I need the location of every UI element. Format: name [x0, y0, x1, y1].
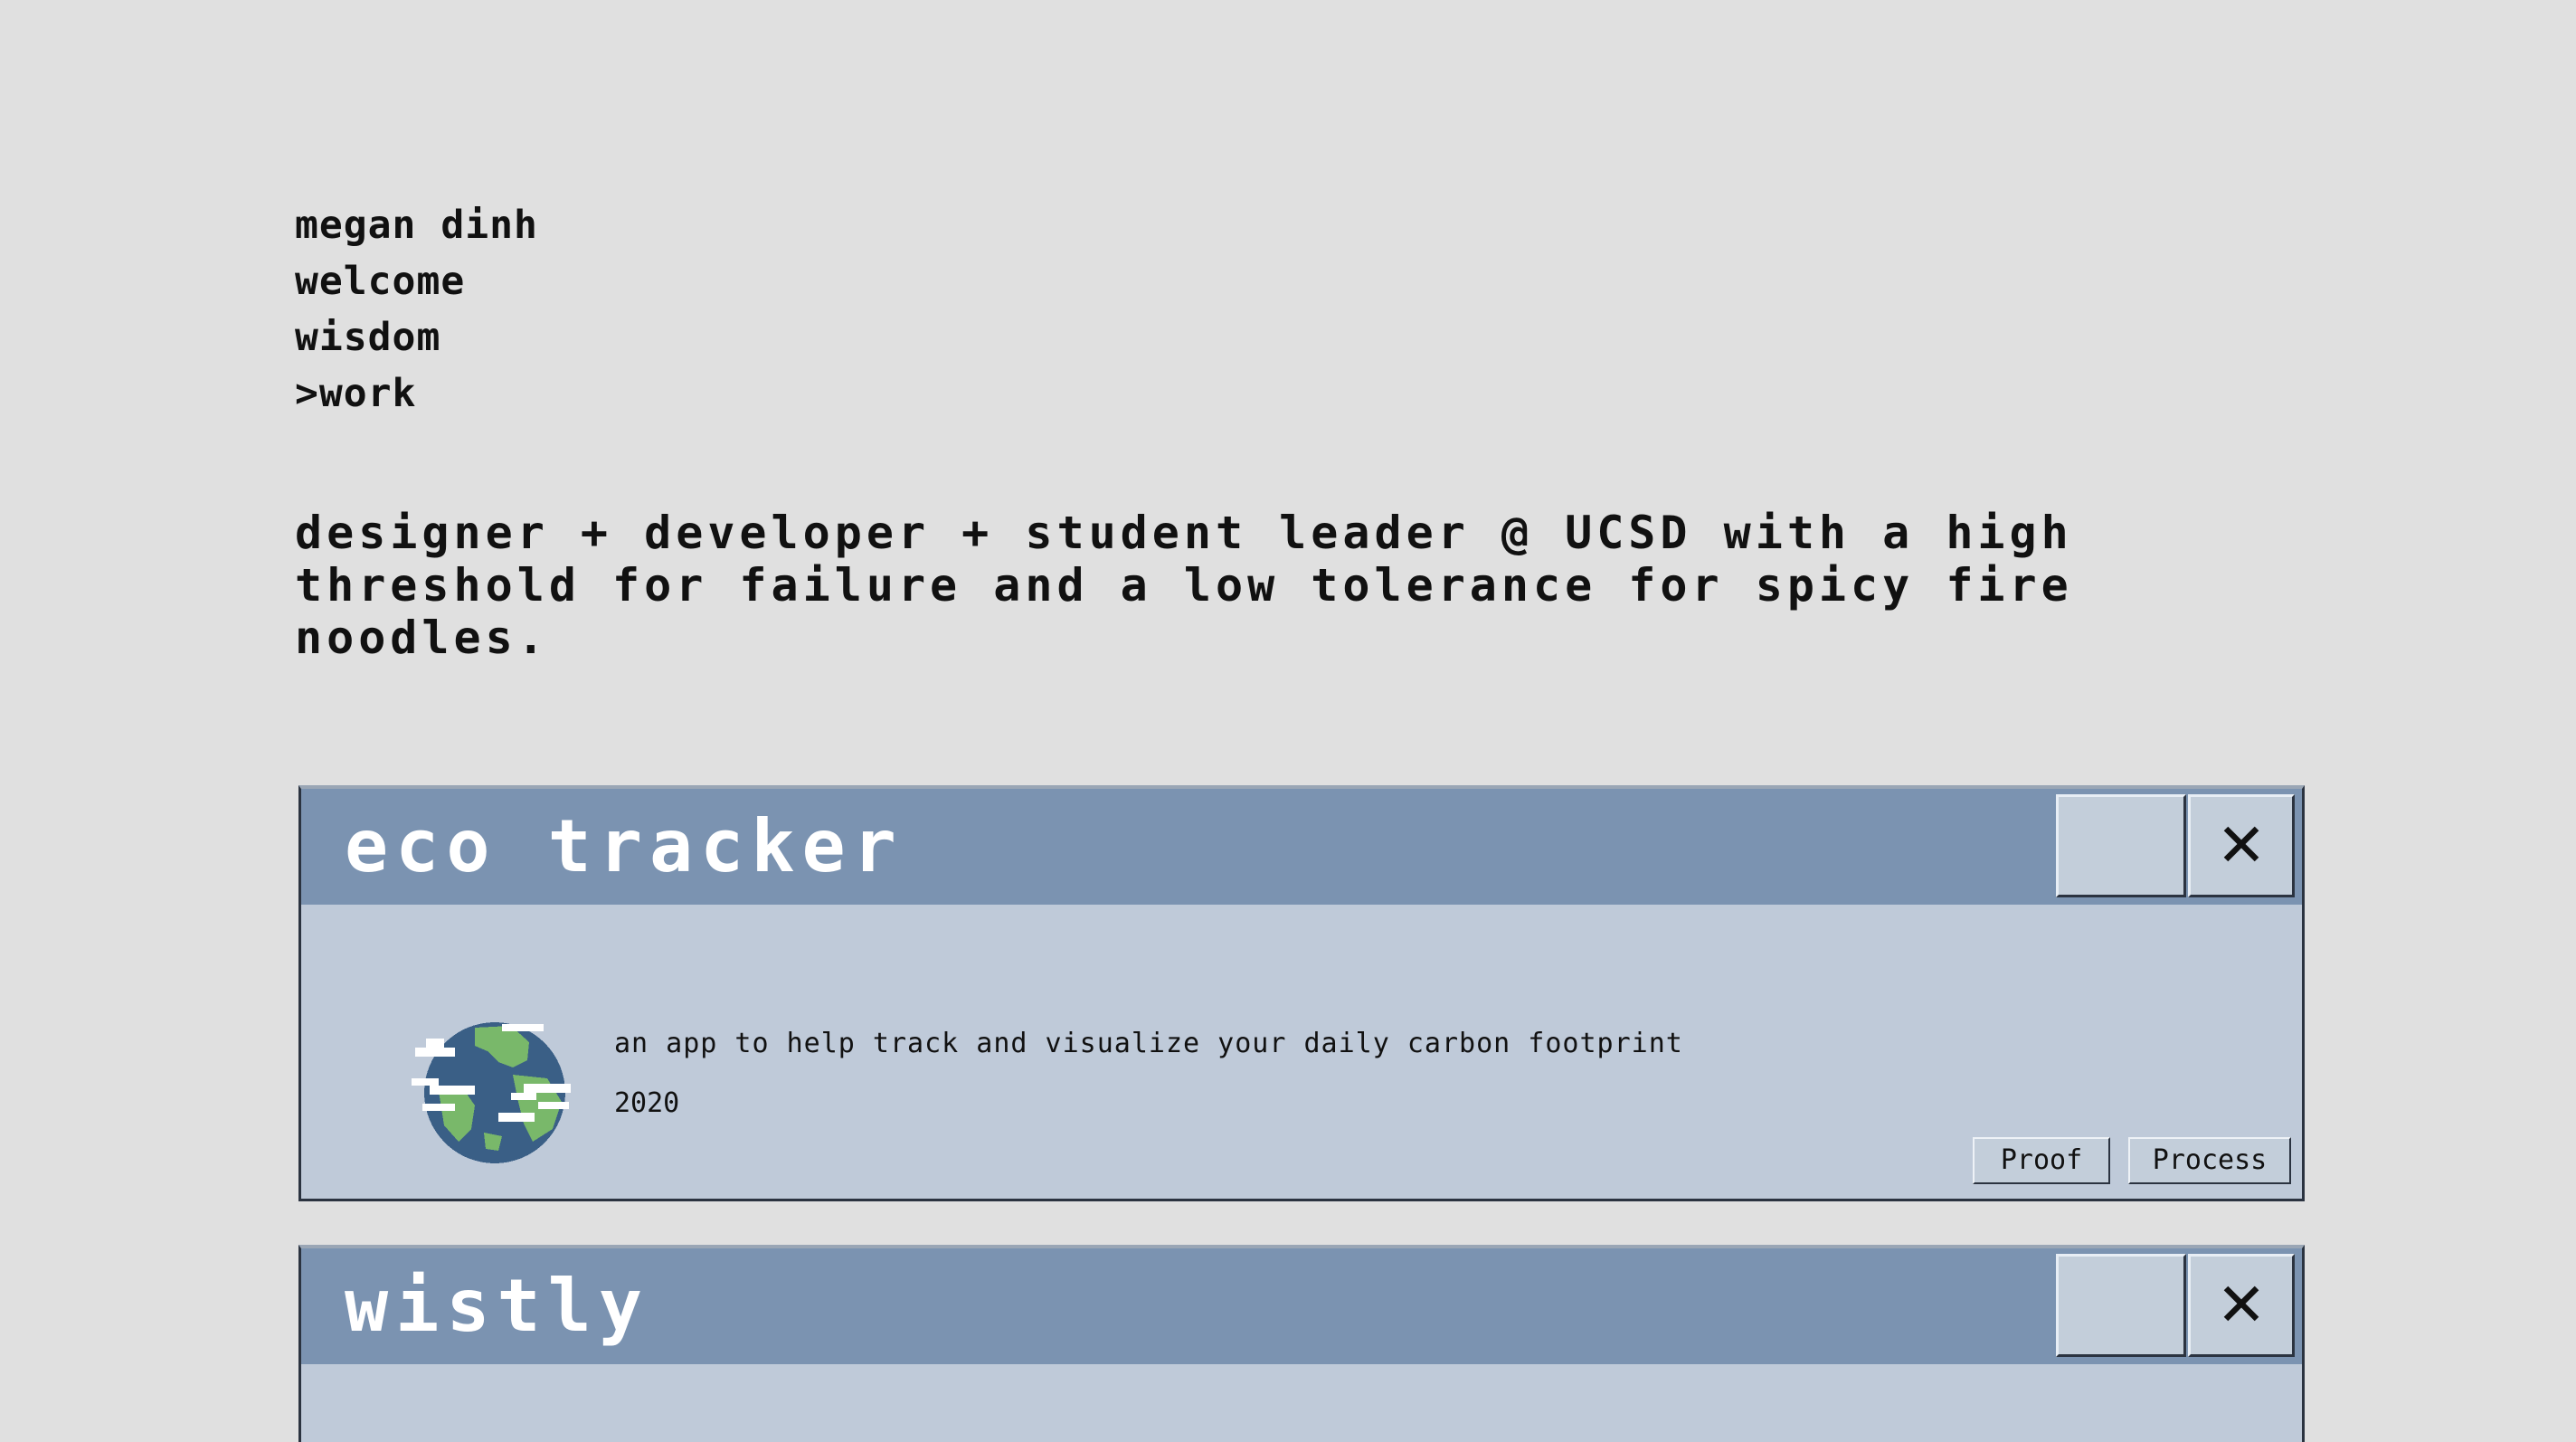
window-titlebar[interactable]: wistly ✕: [301, 1248, 2302, 1364]
close-button[interactable]: ✕: [2188, 794, 2295, 897]
close-button[interactable]: ✕: [2188, 1254, 2295, 1357]
window-title: wistly: [345, 1264, 649, 1348]
minimize-button[interactable]: [2056, 1254, 2186, 1357]
project-window-eco-tracker: eco tracker ✕ an app to help track and v…: [298, 785, 2305, 1201]
nav-item-welcome[interactable]: welcome: [295, 253, 538, 309]
project-window-wistly: wistly ✕: [298, 1245, 2305, 1442]
nav-item-work[interactable]: >work: [295, 365, 538, 422]
minimize-button[interactable]: [2056, 794, 2186, 897]
nav-item-wisdom[interactable]: wisdom: [295, 309, 538, 365]
project-year: 2020: [614, 1087, 680, 1119]
page: megan dinh welcome wisdom >work designer…: [0, 0, 2576, 1442]
window-titlebar[interactable]: eco tracker ✕: [301, 789, 2302, 905]
close-icon: ✕: [2216, 811, 2267, 880]
bio-text: designer + developer + student leader @ …: [295, 507, 2073, 664]
window-title: eco tracker: [345, 804, 904, 888]
close-icon: ✕: [2216, 1270, 2267, 1340]
process-button[interactable]: Process: [2128, 1137, 2291, 1184]
nav-item-home[interactable]: megan dinh: [295, 197, 538, 253]
project-description: an app to help track and visualize your …: [614, 1028, 1683, 1059]
globe-icon: [412, 1022, 571, 1163]
proof-button[interactable]: Proof: [1973, 1137, 2110, 1184]
main-nav: megan dinh welcome wisdom >work: [295, 197, 538, 422]
